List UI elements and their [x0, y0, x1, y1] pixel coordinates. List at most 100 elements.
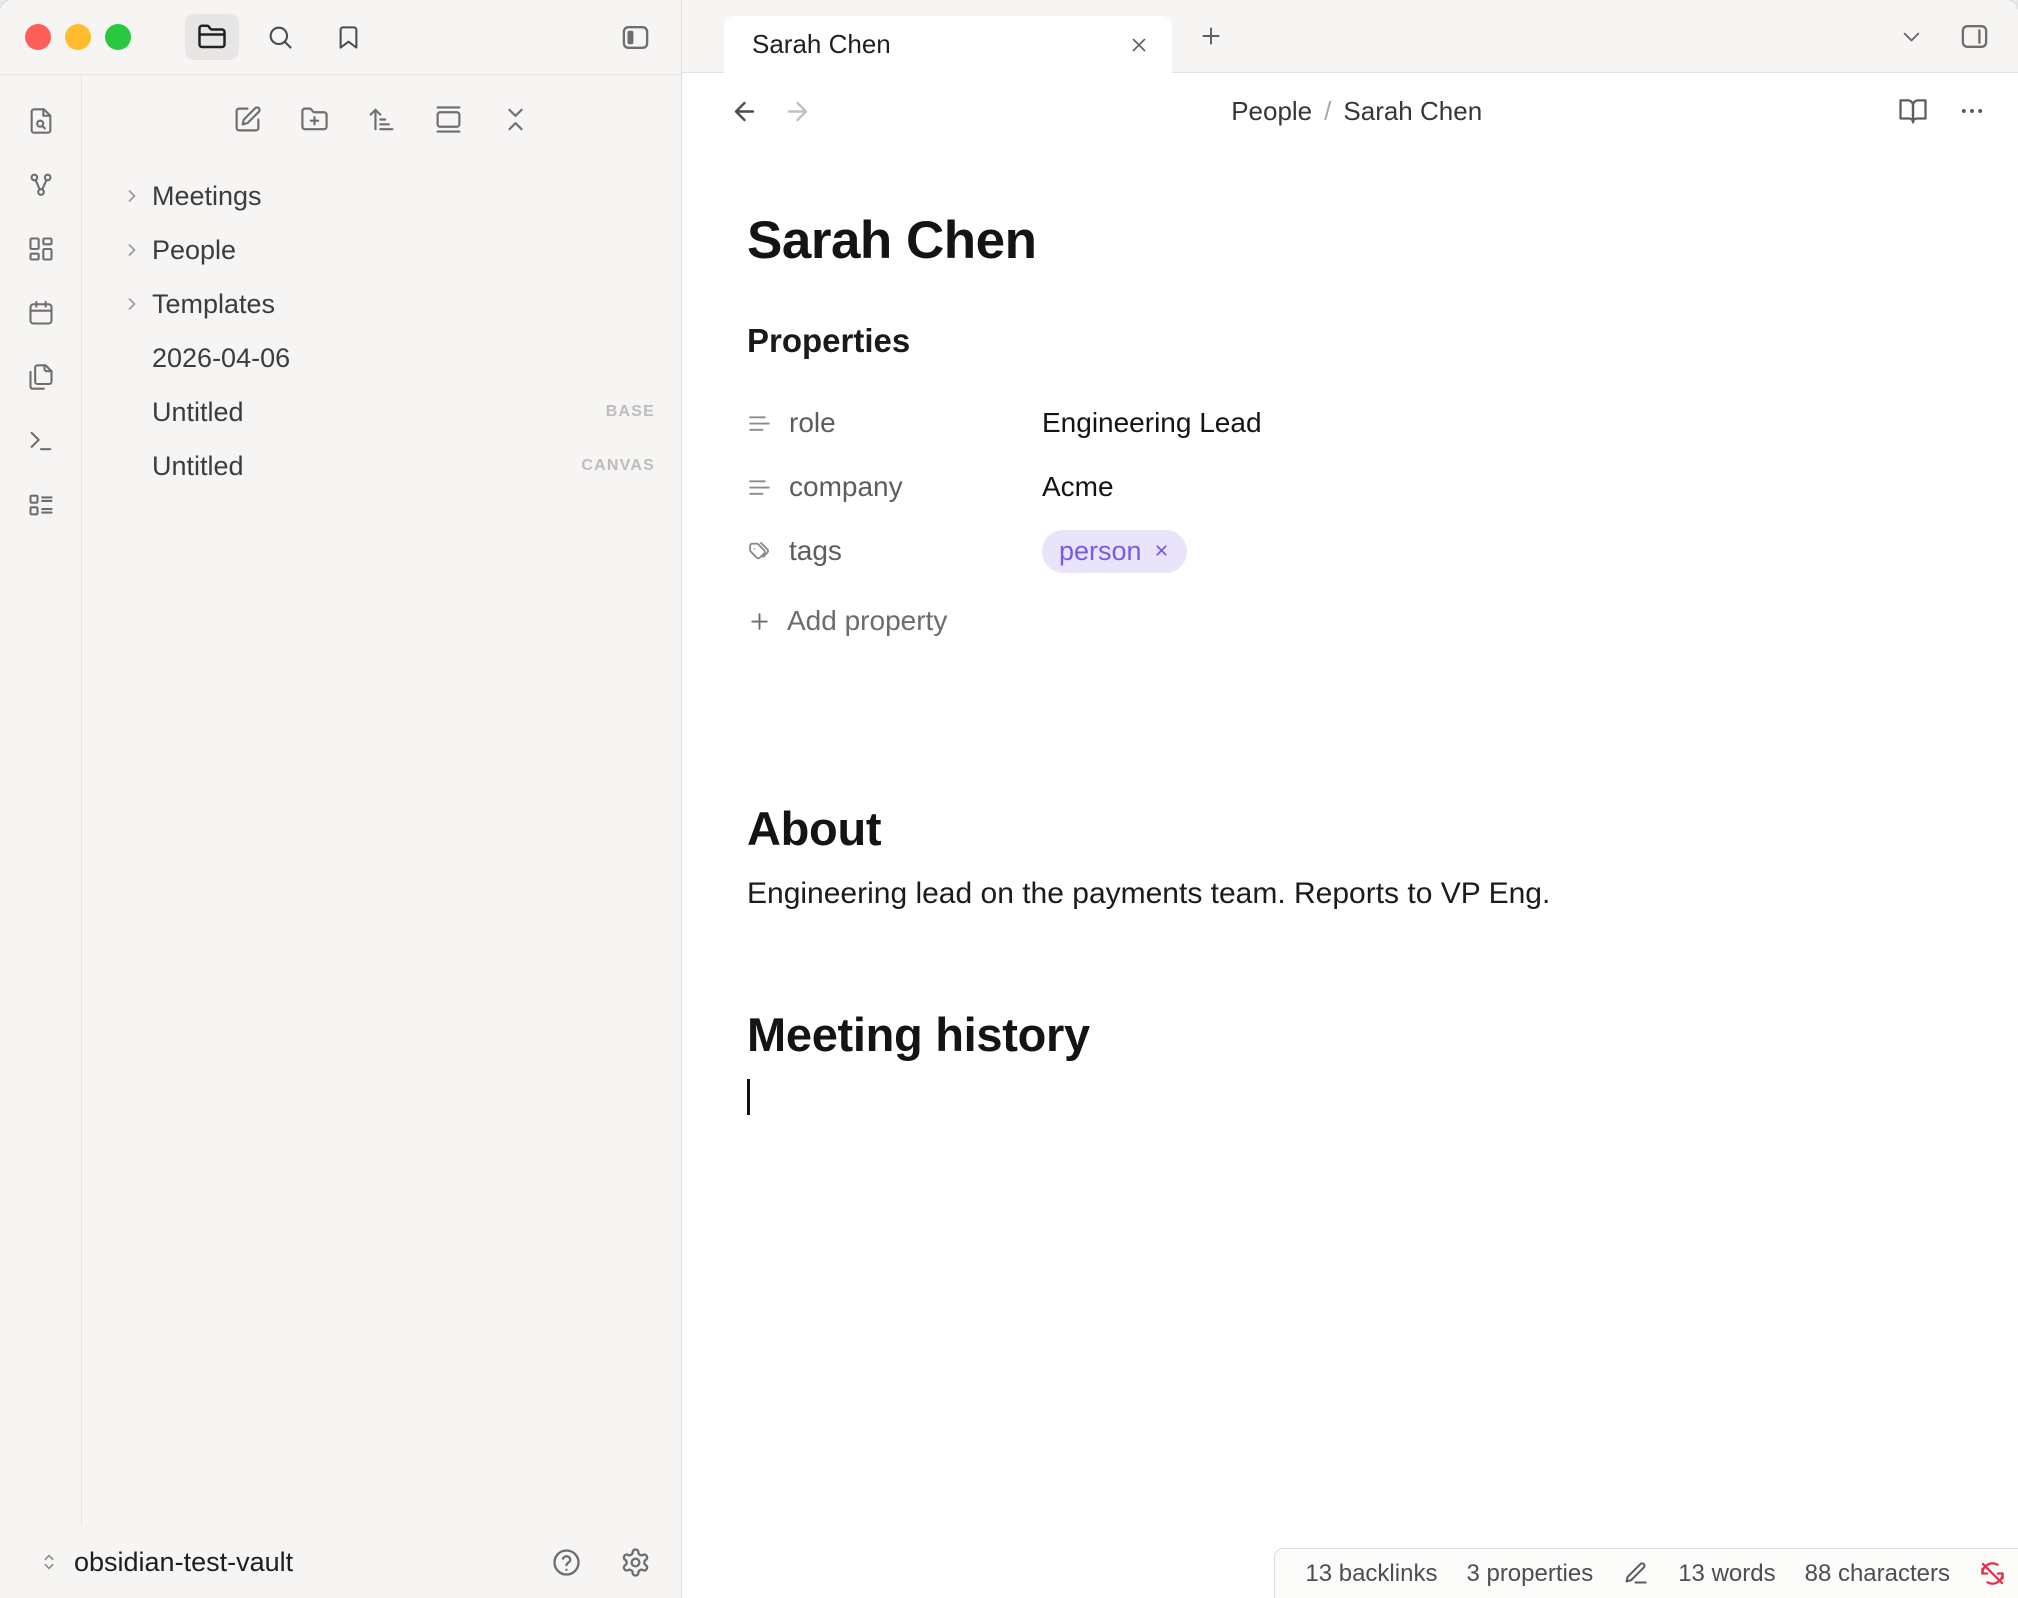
file-tree: Meetings People Templates 202: [82, 163, 681, 493]
terminal-button[interactable]: [27, 427, 55, 455]
sort-order-button[interactable]: [367, 105, 396, 134]
property-value[interactable]: Engineering Lead: [1042, 407, 1262, 439]
bookmark-icon: [335, 24, 362, 51]
help-button[interactable]: [551, 1547, 582, 1578]
settings-button[interactable]: [620, 1547, 651, 1578]
chevron-down-icon: [1898, 23, 1925, 50]
character-count: 88 characters: [1805, 1560, 1950, 1588]
bookmarks-view-button[interactable]: [321, 14, 375, 60]
more-options-button[interactable]: [1958, 97, 1986, 125]
edit-mode-button[interactable]: [1622, 1560, 1649, 1587]
new-folder-button[interactable]: [300, 105, 329, 134]
plus-icon: [747, 609, 772, 634]
minimize-window-button[interactable]: [65, 24, 91, 50]
tab-list-button[interactable]: [1898, 23, 1925, 50]
property-key[interactable]: company: [747, 471, 1042, 503]
property-row-role: role Engineering Lead: [747, 391, 1958, 455]
graph-view-button[interactable]: [27, 171, 55, 199]
sync-error-button[interactable]: [1979, 1560, 2006, 1587]
sync-off-icon: [1979, 1560, 2006, 1587]
about-paragraph[interactable]: Engineering lead on the payments team. R…: [747, 873, 1958, 915]
chevron-right-icon: [122, 240, 142, 260]
new-tab-button[interactable]: [1198, 23, 1224, 49]
property-key-label: role: [789, 407, 836, 439]
property-value[interactable]: Acme: [1042, 471, 1114, 503]
toggle-left-sidebar-button[interactable]: [620, 22, 651, 53]
graph-icon: [27, 171, 55, 199]
chevron-right-icon: [122, 294, 142, 314]
files-copy-icon: [27, 363, 55, 391]
tab-close-button[interactable]: [1128, 34, 1150, 56]
property-key[interactable]: tags: [747, 535, 1042, 567]
traffic-lights: [0, 24, 131, 50]
chevron-right-icon: [122, 186, 142, 206]
property-row-company: company Acme: [747, 455, 1958, 519]
file-type-badge: CANVAS: [581, 457, 655, 475]
tree-item-untitled-canvas[interactable]: Untitled CANVAS: [122, 439, 655, 493]
circle-help-icon: [551, 1547, 582, 1578]
tree-item-label: Templates: [152, 289, 275, 320]
toggle-right-sidebar-button[interactable]: [1959, 21, 1990, 52]
navigate-back-button[interactable]: [730, 97, 759, 126]
left-sidebar: Meetings People Templates 202: [0, 0, 682, 1598]
plus-icon: [1198, 23, 1224, 49]
text-property-icon: [747, 475, 772, 500]
canvas-button[interactable]: [27, 235, 55, 263]
breadcrumb-parent[interactable]: People: [1231, 96, 1312, 127]
tree-item-label: Untitled: [152, 397, 244, 428]
tab-sarah-chen[interactable]: Sarah Chen: [724, 16, 1172, 73]
obsidian-window: Meetings People Templates 202: [0, 0, 2018, 1598]
reading-view-button[interactable]: [1898, 96, 1928, 126]
tree-item-templates[interactable]: Templates: [122, 277, 655, 331]
meeting-history-heading[interactable]: Meeting history: [747, 1007, 1958, 1063]
property-row-tags: tags person: [747, 519, 1958, 583]
new-note-button[interactable]: [233, 105, 262, 134]
breadcrumb-separator: /: [1324, 96, 1331, 127]
close-icon: [1153, 542, 1170, 559]
property-key[interactable]: role: [747, 407, 1042, 439]
search-view-button[interactable]: [253, 14, 307, 60]
note-editor[interactable]: Sarah Chen Properties role Engineering L…: [682, 149, 2018, 1598]
templates-button[interactable]: [27, 363, 55, 391]
remove-tag-button[interactable]: [1153, 542, 1170, 559]
panel-left-icon: [620, 22, 651, 53]
breadcrumb-current[interactable]: Sarah Chen: [1343, 96, 1482, 127]
tab-title: Sarah Chen: [752, 29, 1128, 60]
tree-item-meetings[interactable]: Meetings: [122, 169, 655, 223]
tree-item-people[interactable]: People: [122, 223, 655, 277]
files-view-button[interactable]: [185, 14, 239, 60]
collapse-all-button[interactable]: [501, 105, 530, 134]
word-count: 13 words: [1678, 1560, 1775, 1588]
sidebar-titlebar: [0, 0, 681, 75]
list-details-icon: [27, 491, 55, 519]
daily-note-button[interactable]: [27, 299, 55, 327]
note-header: People / Sarah Chen: [682, 73, 2018, 149]
file-search-icon: [27, 107, 55, 135]
arrow-right-icon: [783, 97, 812, 126]
backlinks-count[interactable]: 13 backlinks: [1305, 1560, 1437, 1588]
breadcrumb: People / Sarah Chen: [1231, 96, 1482, 127]
list-details-button[interactable]: [27, 491, 55, 519]
tree-item-label: Untitled: [152, 451, 244, 482]
property-key-label: tags: [789, 535, 842, 567]
add-property-button[interactable]: Add property: [747, 599, 1958, 643]
panel-right-icon: [1959, 21, 1990, 52]
navigate-forward-button[interactable]: [783, 97, 812, 126]
folder-icon: [197, 22, 227, 52]
note-title[interactable]: Sarah Chen: [747, 211, 1958, 271]
zoom-window-button[interactable]: [105, 24, 131, 50]
vault-switcher[interactable]: obsidian-test-vault: [0, 1526, 681, 1598]
close-window-button[interactable]: [25, 24, 51, 50]
about-heading[interactable]: About: [747, 801, 1958, 857]
gallery-view-button[interactable]: [434, 105, 463, 134]
arrow-left-icon: [730, 97, 759, 126]
file-type-badge: BASE: [606, 403, 655, 421]
tree-item-daily-note[interactable]: 2026-04-06: [122, 331, 655, 385]
tree-item-untitled-base[interactable]: Untitled BASE: [122, 385, 655, 439]
properties-count[interactable]: 3 properties: [1466, 1560, 1593, 1588]
text-property-icon: [747, 411, 772, 436]
terminal-icon: [27, 427, 55, 455]
quick-switcher-button[interactable]: [27, 107, 55, 135]
tag-pill-person[interactable]: person: [1042, 530, 1187, 573]
layout-dashboard-icon: [27, 235, 55, 263]
